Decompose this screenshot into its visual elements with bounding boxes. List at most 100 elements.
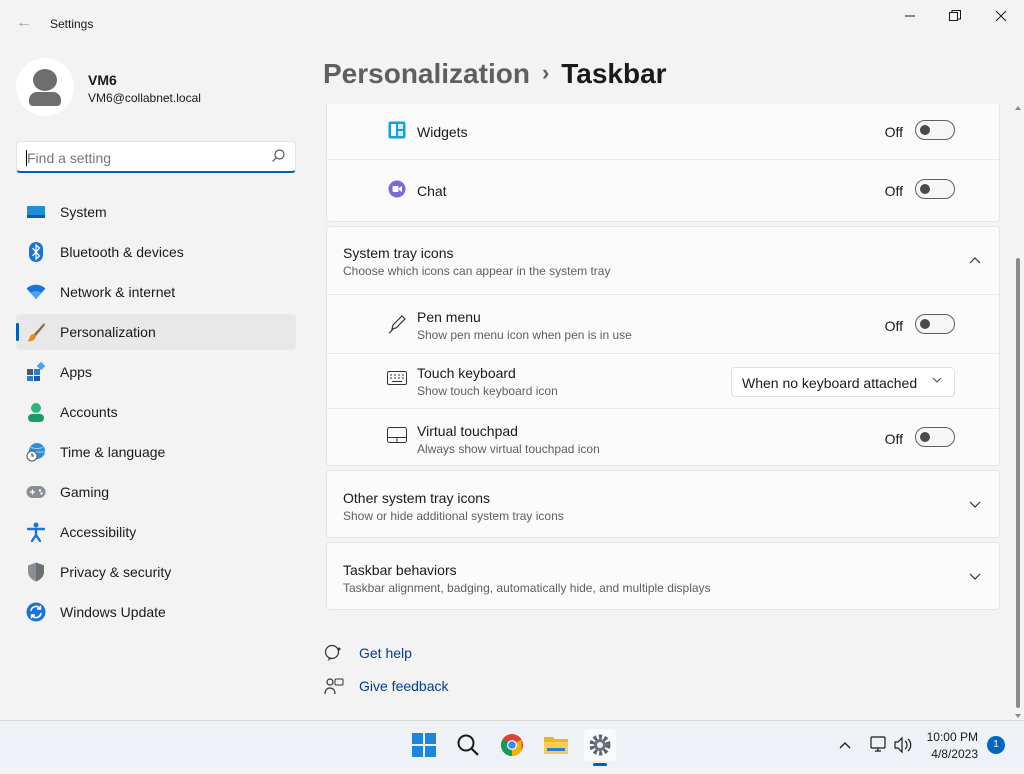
virtual-touchpad-state: Off [884, 431, 903, 447]
chevron-down-icon[interactable] [969, 498, 981, 512]
virtual-touchpad-title: Virtual touchpad [417, 423, 518, 439]
sidebar-item-windows-update[interactable]: Windows Update [16, 594, 296, 630]
keyboard-icon [387, 371, 407, 391]
search-input[interactable]: Find a setting [16, 141, 296, 173]
chat-toggle[interactable] [915, 179, 955, 199]
close-icon [995, 10, 1007, 22]
sidebar-item-label: Apps [60, 364, 92, 380]
file-explorer-button[interactable] [540, 729, 572, 761]
touchpad-icon [387, 427, 407, 447]
restore-button[interactable] [932, 0, 978, 32]
scrollbar[interactable] [1014, 104, 1022, 720]
avatar [16, 58, 74, 116]
chrome-button[interactable] [496, 729, 528, 761]
volume-icon [894, 736, 912, 754]
sidebar-item-label: System [60, 204, 107, 220]
widgets-toggle[interactable] [915, 120, 955, 140]
scrollbar-thumb[interactable] [1016, 258, 1020, 708]
user-profile[interactable]: VM6 VM6@collabnet.local [16, 58, 296, 118]
pen-menu-row[interactable]: Pen menu Show pen menu icon when pen is … [327, 295, 999, 353]
virtual-touchpad-row[interactable]: Virtual touchpad Always show virtual tou… [327, 409, 999, 466]
taskbar-search-button[interactable] [452, 729, 484, 761]
chevron-down-icon [932, 375, 942, 386]
network-icon [870, 736, 886, 752]
system-tray-header[interactable]: System tray icons Choose which icons can… [327, 227, 999, 294]
sidebar-item-label: Privacy & security [60, 564, 172, 580]
minimize-button[interactable] [887, 0, 933, 32]
notification-badge[interactable]: 1 [987, 736, 1005, 754]
breadcrumb: Personalization › Taskbar [323, 58, 667, 90]
system-tray-subtitle: Choose which icons can appear in the sys… [343, 264, 611, 278]
show-hidden-icons-button[interactable] [838, 721, 852, 769]
sidebar-item-label: Network & internet [60, 284, 176, 300]
system-tray-title: System tray icons [343, 245, 454, 261]
app-title: Settings [50, 17, 94, 31]
widgets-label: Widgets [417, 124, 468, 140]
chat-row[interactable]: Chat Off [327, 160, 999, 222]
taskbar-behaviors-card[interactable]: Taskbar behaviors Taskbar alignment, bad… [326, 542, 1000, 610]
sidebar-item-gaming[interactable]: Gaming [16, 474, 296, 510]
breadcrumb-separator: › [541, 60, 550, 85]
pen-menu-state: Off [884, 318, 903, 334]
chat-icon [388, 180, 408, 200]
sidebar-item-label: Time & language [60, 444, 166, 460]
breadcrumb-parent[interactable]: Personalization [323, 58, 530, 89]
wifi-icon [26, 282, 46, 302]
folder-icon [544, 737, 568, 754]
other-tray-title: Other system tray icons [343, 490, 491, 506]
sidebar-item-time-language[interactable]: Time & language [16, 434, 296, 470]
sidebar-item-accessibility[interactable]: Accessibility [16, 514, 296, 550]
other-tray-icons-card[interactable]: Other system tray icons Show or hide add… [326, 470, 1000, 538]
sidebar-item-apps[interactable]: Apps [16, 354, 296, 390]
other-tray-subtitle: Show or hide additional system tray icon… [343, 509, 564, 523]
taskbar-behaviors-subtitle: Taskbar alignment, badging, automaticall… [343, 581, 711, 595]
scroll-up-icon[interactable] [1014, 104, 1022, 112]
taskbar-items-card: Widgets Off Chat Off [326, 104, 1000, 222]
widgets-state: Off [884, 124, 903, 140]
page-title: Taskbar [561, 58, 667, 89]
sidebar-item-label: Personalization [60, 324, 156, 340]
sidebar-item-label: Windows Update [60, 604, 166, 620]
restore-icon [949, 10, 961, 21]
sidebar-item-privacy[interactable]: Privacy & security [16, 554, 296, 590]
active-app-indicator [593, 763, 607, 766]
touch-keyboard-title: Touch keyboard [417, 365, 516, 381]
sidebar-item-system[interactable]: System [16, 194, 296, 230]
search-icon [272, 149, 285, 165]
close-button[interactable] [978, 0, 1024, 32]
pen-icon [387, 314, 407, 334]
sidebar-item-label: Accounts [60, 404, 118, 420]
chevron-up-icon[interactable] [969, 253, 981, 267]
chat-label: Chat [417, 183, 447, 199]
start-button[interactable] [408, 729, 440, 761]
sidebar-item-label: Bluetooth & devices [60, 244, 184, 260]
scroll-down-icon[interactable] [1014, 712, 1022, 720]
pen-menu-toggle[interactable] [915, 314, 955, 334]
settings-taskbar-button[interactable] [584, 729, 616, 766]
sidebar-item-label: Gaming [60, 484, 110, 500]
apps-icon [26, 362, 46, 382]
chevron-down-icon[interactable] [969, 570, 981, 584]
sidebar-item-personalization[interactable]: Personalization [16, 314, 296, 350]
gear-icon [589, 734, 611, 756]
widgets-row[interactable]: Widgets Off [327, 104, 999, 159]
get-help-link[interactable]: Get help [359, 645, 412, 661]
give-feedback-link[interactable]: Give feedback [359, 678, 449, 694]
virtual-touchpad-subtitle: Always show virtual touchpad icon [417, 442, 600, 456]
back-arrow-icon[interactable]: ← [16, 14, 32, 32]
user-email: VM6@collabnet.local [88, 91, 201, 105]
virtual-touchpad-toggle[interactable] [915, 427, 955, 447]
sidebar-item-accounts[interactable]: Accounts [16, 394, 296, 430]
windows-logo-icon [412, 733, 436, 757]
network-status-button[interactable] [868, 721, 888, 769]
help-icon [324, 644, 344, 664]
sidebar-item-bluetooth[interactable]: Bluetooth & devices [16, 234, 296, 270]
update-icon [26, 602, 46, 622]
touch-keyboard-dropdown[interactable]: When no keyboard attached [731, 367, 955, 397]
system-clock[interactable]: 10:00 PM 4/8/2023 [912, 730, 978, 761]
pen-menu-subtitle: Show pen menu icon when pen is in use [417, 328, 632, 342]
system-tray-card: System tray icons Choose which icons can… [326, 226, 1000, 466]
volume-button[interactable] [893, 721, 913, 769]
user-name: VM6 [88, 72, 117, 88]
sidebar-item-network[interactable]: Network & internet [16, 274, 296, 310]
